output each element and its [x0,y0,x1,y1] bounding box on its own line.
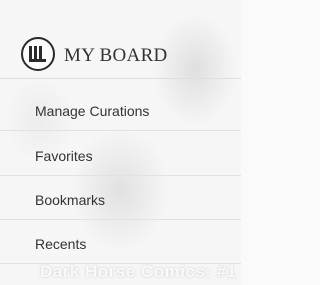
menu-item-label: Bookmarks [35,192,106,208]
my-board-menu: MY BOARD Manage Curations Favorites Book… [0,0,241,285]
menu-title: MY BOARD [64,45,168,66]
menu-item-favorites[interactable]: Favorites [0,138,241,176]
menu-item-label: Favorites [35,148,93,164]
app-logo-icon [21,37,55,71]
menu-item-recents[interactable]: Recents [0,226,241,264]
menu-item-bookmarks[interactable]: Bookmarks [0,182,241,220]
menu-item-label: Recents [35,236,87,252]
menu-item-manage-curations[interactable]: Manage Curations [0,93,241,131]
menu-item-label: Manage Curations [35,103,150,119]
menu-header: MY BOARD [0,0,241,79]
